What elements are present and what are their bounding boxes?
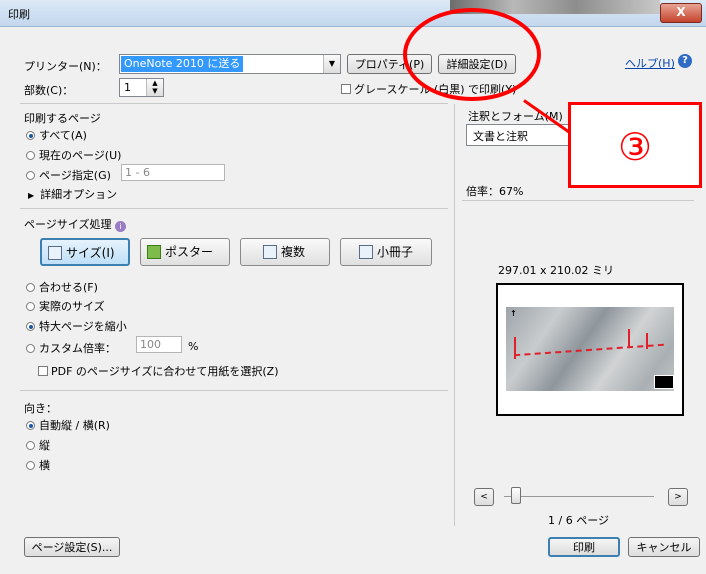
print-preview: ↑: [496, 283, 684, 416]
divider: [20, 103, 448, 104]
orientation-portrait-label: 縦: [39, 439, 50, 452]
annotation-callout: ③: [568, 102, 702, 188]
size-button-label: サイズ(I): [66, 246, 115, 260]
radio-selected-icon: [26, 421, 35, 430]
annotation-highlight-ellipse: [403, 8, 541, 101]
help-icon[interactable]: ?: [678, 54, 692, 68]
radio-icon: [26, 441, 35, 450]
orientation-heading: 向き：: [24, 402, 57, 415]
radio-selected-icon: [26, 322, 35, 331]
booklet-button[interactable]: 小冊子: [340, 238, 432, 266]
print-dialog: 印刷 X プリンター(N)： OneNote 2010 に送る ▼ プロパティ(…: [0, 0, 706, 574]
divider: [20, 390, 448, 391]
page-slider-track[interactable]: [504, 496, 654, 497]
size-button[interactable]: サイズ(I): [40, 238, 130, 266]
orientation-auto-radio[interactable]: 自動縦 / 横(R): [26, 417, 110, 433]
page-indicator: 1 / 6 ページ: [548, 514, 609, 527]
copies-value: 1: [124, 81, 131, 94]
actual-size-radio[interactable]: 実際のサイズ: [26, 298, 105, 314]
pdf-paper-checkbox[interactable]: PDF のページサイズに合わせて用紙を選択(Z): [38, 363, 279, 379]
multiple-button-label: 複数: [281, 245, 306, 259]
custom-scale-input[interactable]: 100: [136, 336, 182, 353]
checkbox-icon: [341, 84, 351, 94]
chevron-down-icon: ▼: [323, 55, 340, 73]
vertical-divider: [454, 104, 455, 526]
radio-selected-icon: [26, 131, 35, 140]
booklet-icon: [359, 245, 373, 259]
route-marker: [514, 337, 516, 359]
zoom-label: 倍率：67%: [466, 185, 524, 198]
annotations-selected-value: 文書と注釈: [473, 130, 528, 143]
divider: [20, 208, 448, 209]
printer-label: プリンター(N)：: [24, 60, 107, 73]
more-options-label: 詳細オプション: [40, 188, 118, 201]
poster-button-label: ポスター: [165, 245, 214, 259]
divider: [462, 200, 694, 201]
radio-icon: [26, 283, 35, 292]
pages-heading: 印刷するページ: [24, 112, 101, 125]
pdf-paper-label: PDF のページサイズに合わせて用紙を選択(Z): [51, 365, 279, 378]
print-button[interactable]: 印刷: [548, 537, 620, 557]
custom-scale-radio[interactable]: カスタム倍率：: [26, 340, 116, 356]
close-button[interactable]: X: [660, 3, 702, 23]
pages-current-label: 現在のページ(U): [39, 149, 122, 162]
page-size-heading: ページサイズ処理 i: [24, 216, 126, 232]
orientation-landscape-radio[interactable]: 横: [26, 457, 50, 473]
next-page-button[interactable]: >: [668, 488, 688, 506]
radio-icon: [26, 461, 35, 470]
multiple-pages-icon: [263, 245, 277, 259]
copies-input[interactable]: 1 ▲ ▼: [119, 78, 164, 97]
window-title: 印刷: [8, 8, 30, 21]
checkbox-icon: [38, 366, 48, 376]
fit-label: 合わせる(F): [39, 281, 98, 294]
orientation-auto-label: 自動縦 / 横(R): [39, 419, 110, 432]
pages-range-radio[interactable]: ページ指定(G): [26, 167, 111, 183]
fit-radio[interactable]: 合わせる(F): [26, 279, 98, 295]
map-legend-box: [654, 375, 674, 389]
radio-icon: [26, 171, 35, 180]
printer-select[interactable]: OneNote 2010 に送る ▼: [119, 54, 341, 74]
prev-page-button[interactable]: <: [474, 488, 494, 506]
help-link[interactable]: ヘルプ(H): [625, 55, 675, 71]
route-marker: [646, 333, 648, 349]
radio-icon: [26, 302, 35, 311]
north-arrow-icon: ↑: [510, 309, 517, 318]
orientation-portrait-radio[interactable]: 縦: [26, 437, 50, 453]
page-range-input[interactable]: 1 - 6: [121, 164, 225, 181]
booklet-button-label: 小冊子: [377, 245, 414, 259]
shrink-label: 特大ページを縮小: [39, 320, 127, 333]
page-range-value: 1 - 6: [125, 166, 150, 179]
copies-label: 部数(C)：: [24, 84, 74, 97]
printer-selected-value: OneNote 2010 に送る: [121, 56, 244, 72]
shrink-radio[interactable]: 特大ページを縮小: [26, 318, 127, 334]
page-setup-button[interactable]: ページ設定(S)...: [24, 537, 120, 557]
pages-range-label: ページ指定(G): [39, 169, 111, 182]
triangle-right-icon: ▶: [28, 191, 35, 200]
multiple-button[interactable]: 複数: [240, 238, 330, 266]
fit-page-icon: [48, 246, 62, 260]
cancel-button[interactable]: キャンセル: [628, 537, 700, 557]
poster-icon: [147, 245, 161, 259]
pages-current-radio[interactable]: 現在のページ(U): [26, 147, 121, 163]
more-options-toggle[interactable]: ▶ 詳細オプション: [28, 186, 117, 202]
route-line: [514, 343, 664, 357]
radio-icon: [26, 344, 35, 353]
info-icon[interactable]: i: [114, 221, 126, 232]
page-slider-thumb[interactable]: [511, 487, 521, 504]
preview-map-image: ↑: [506, 307, 674, 391]
spinner-icon[interactable]: ▲ ▼: [146, 79, 163, 96]
custom-scale-label: カスタム倍率：: [39, 342, 116, 355]
pages-all-label: すべて(A): [39, 129, 87, 142]
radio-icon: [26, 151, 35, 160]
annotation-number: ③: [617, 125, 653, 169]
actual-size-label: 実際のサイズ: [39, 300, 105, 313]
pages-all-radio[interactable]: すべて(A): [26, 127, 87, 143]
poster-button[interactable]: ポスター: [140, 238, 230, 266]
percent-label: %: [188, 340, 199, 353]
page-size-heading-label: ページサイズ処理: [24, 218, 112, 231]
orientation-landscape-label: 横: [39, 459, 50, 472]
route-marker: [628, 329, 630, 347]
preview-size-text: 297.01 x 210.02 ミリ: [498, 264, 614, 277]
custom-scale-value: 100: [140, 338, 161, 351]
